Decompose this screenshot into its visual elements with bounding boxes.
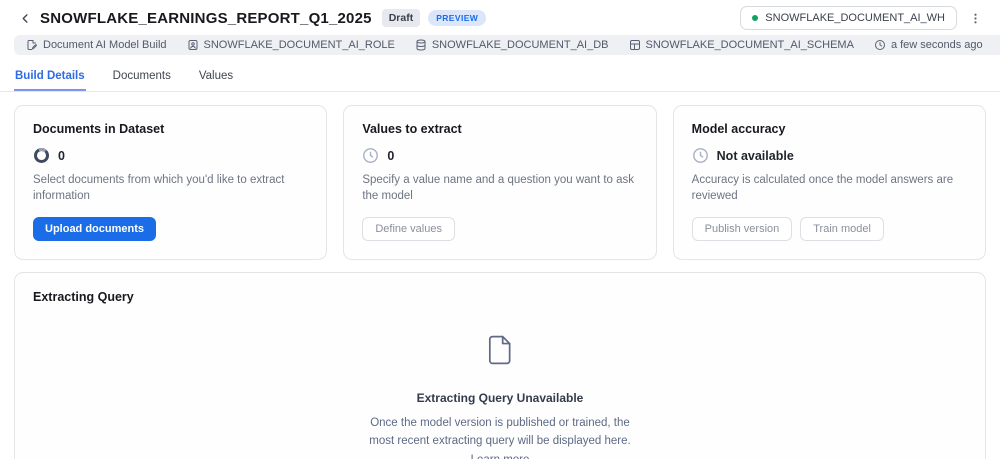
kebab-menu-icon xyxy=(969,12,982,25)
documents-donut-icon xyxy=(33,147,50,164)
page-header: SNOWFLAKE_EARNINGS_REPORT_Q1_2025 Draft … xyxy=(0,0,1000,32)
chevron-left-icon xyxy=(20,13,31,24)
values-to-extract-card: Values to extract 0 Specify a value name… xyxy=(343,105,657,261)
warehouse-selector-button[interactable]: SNOWFLAKE_DOCUMENT_AI_WH xyxy=(740,6,957,30)
status-badge: Draft xyxy=(381,9,421,27)
values-clock-icon xyxy=(362,147,379,164)
accuracy-status: Not available xyxy=(716,148,794,163)
tab-bar: Build Details Documents Values xyxy=(0,58,1000,92)
accuracy-clock-icon xyxy=(692,147,709,164)
empty-state-title: Extracting Query Unavailable xyxy=(416,391,584,406)
summary-cards: Documents in Dataset 0 Select documents … xyxy=(14,105,986,261)
file-icon xyxy=(487,335,513,365)
upload-documents-button[interactable]: Upload documents xyxy=(33,217,157,242)
tab-build-details[interactable]: Build Details xyxy=(14,66,86,91)
preview-badge: PREVIEW xyxy=(428,10,487,26)
context-metadata-bar: Document AI Model Build SNOWFLAKE_DOCUME… xyxy=(14,35,1000,55)
more-options-button[interactable] xyxy=(963,8,988,29)
extracting-query-empty-state: Extracting Query Unavailable Once the mo… xyxy=(15,335,985,459)
warehouse-name: SNOWFLAKE_DOCUMENT_AI_WH xyxy=(765,12,945,24)
define-values-button[interactable]: Define values xyxy=(362,217,455,242)
meta-item-model-build: Document AI Model Build xyxy=(26,39,167,51)
learn-more-link[interactable]: Learn more xyxy=(471,454,530,459)
meta-item-role: SNOWFLAKE_DOCUMENT_AI_ROLE xyxy=(187,39,395,51)
database-icon xyxy=(415,39,427,51)
card-title: Values to extract xyxy=(362,122,462,136)
card-title: Documents in Dataset xyxy=(33,122,165,136)
documents-count: 0 xyxy=(58,148,65,163)
card-description: Accuracy is calculated once the model an… xyxy=(691,174,954,202)
card-title: Model accuracy xyxy=(691,122,786,136)
card-description: Select documents from which you'd like t… xyxy=(33,174,285,202)
documents-in-dataset-card: Documents in Dataset 0 Select documents … xyxy=(14,105,328,261)
warehouse-status-dot-icon xyxy=(752,15,759,21)
meta-item-database: SNOWFLAKE_DOCUMENT_AI_DB xyxy=(415,39,609,51)
tab-values[interactable]: Values xyxy=(198,66,234,91)
extracting-query-title: Extracting Query xyxy=(33,290,134,305)
back-button[interactable] xyxy=(14,7,36,29)
role-icon xyxy=(187,39,199,51)
clock-icon xyxy=(874,39,886,51)
card-description: Specify a value name and a question you … xyxy=(362,174,635,202)
model-accuracy-card: Model accuracy Not available Accuracy is… xyxy=(672,105,986,261)
tab-documents[interactable]: Documents xyxy=(112,66,172,91)
empty-state-text: Once the model version is published or t… xyxy=(369,414,630,459)
publish-version-button[interactable]: Publish version xyxy=(691,217,793,242)
meta-item-last-updated: a few seconds ago xyxy=(874,39,983,51)
schema-icon xyxy=(629,39,641,51)
meta-item-schema: SNOWFLAKE_DOCUMENT_AI_SCHEMA xyxy=(629,39,854,51)
train-model-button[interactable]: Train model xyxy=(800,217,884,242)
model-build-icon xyxy=(26,39,38,51)
page-title: SNOWFLAKE_EARNINGS_REPORT_Q1_2025 xyxy=(40,9,372,27)
extracting-query-card: Extracting Query Extracting Query Unavai… xyxy=(14,272,986,459)
values-count: 0 xyxy=(387,148,395,163)
